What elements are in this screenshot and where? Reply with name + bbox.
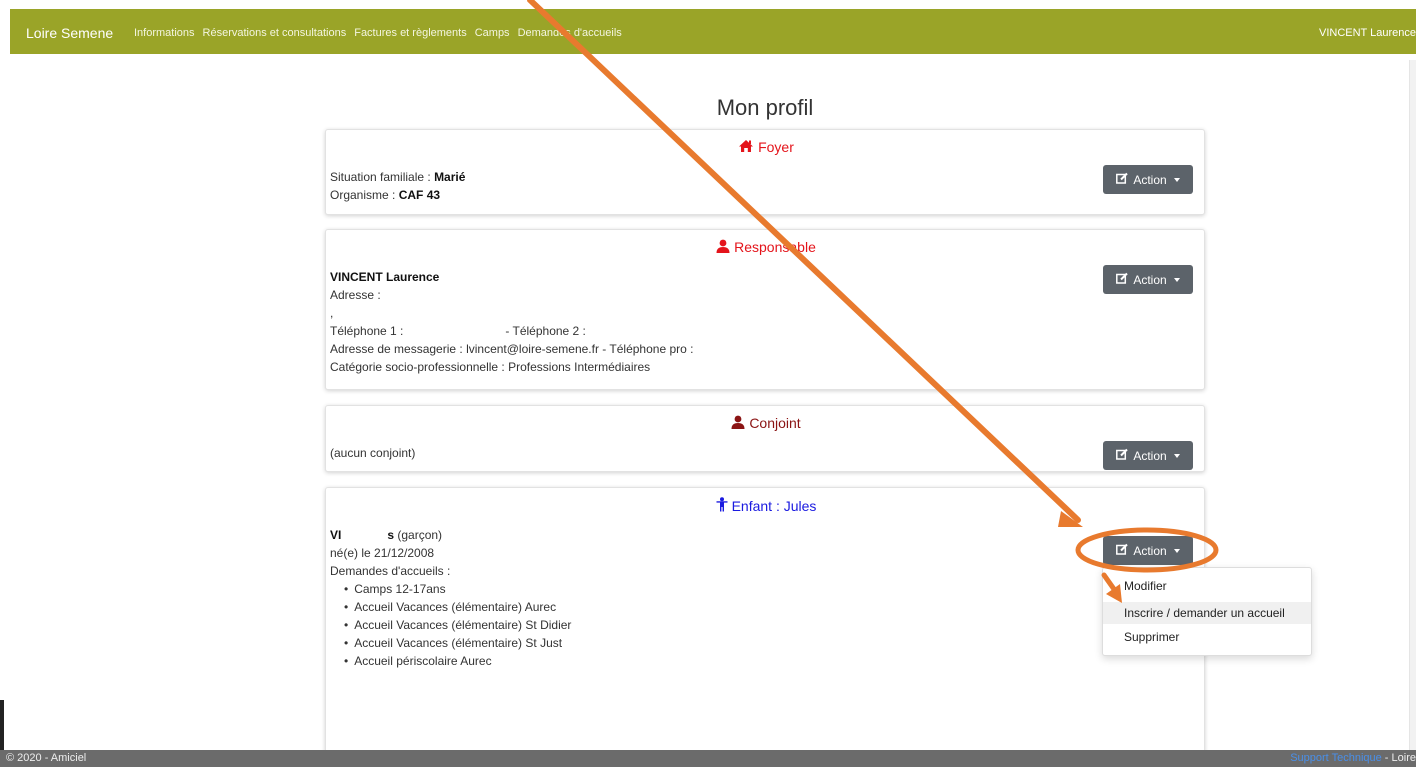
menu-item-inscrire[interactable]: Inscrire / demander un accueil bbox=[1103, 602, 1311, 624]
action-label: Action bbox=[1133, 543, 1167, 558]
footer: © 2020 - Amiciel Support Technique - Loi… bbox=[0, 750, 1416, 767]
telephone-2: - Téléphone 2 : bbox=[505, 324, 586, 338]
user-icon bbox=[716, 239, 730, 256]
left-edge-bar bbox=[0, 700, 4, 750]
conjoint-title-text: Conjoint bbox=[749, 415, 801, 431]
foyer-card: Foyer Situation familiale : Marié Organi… bbox=[325, 129, 1205, 215]
nav-item-factures[interactable]: Factures et règlements bbox=[354, 27, 467, 39]
footer-right: Support Technique - Loire bbox=[1290, 752, 1416, 764]
edit-icon bbox=[1116, 543, 1129, 558]
responsable-action-button[interactable]: Action bbox=[1103, 265, 1193, 294]
nav-menu: Informations Réservations et consultatio… bbox=[134, 27, 622, 39]
child-icon bbox=[716, 497, 728, 515]
action-label: Action bbox=[1133, 272, 1167, 287]
nav-item-camps[interactable]: Camps bbox=[475, 27, 510, 39]
top-navbar: Loire Semene Informations Réservations e… bbox=[10, 9, 1416, 54]
enfant-gender: (garçon) bbox=[394, 528, 443, 542]
enfant-title-text: Enfant : Jules bbox=[731, 498, 817, 514]
conjoint-card-body: (aucun conjoint) bbox=[330, 444, 415, 462]
page-title: Mon profil bbox=[716, 95, 814, 120]
list-item: Accueil Vacances (élémentaire) St Just bbox=[344, 634, 571, 652]
brand-link[interactable]: Loire Semene bbox=[26, 25, 113, 41]
organisme-value: CAF 43 bbox=[398, 188, 441, 202]
responsable-card-title: Responsable bbox=[326, 239, 1206, 256]
footer-copyright: © 2020 - Amiciel bbox=[6, 752, 87, 764]
footer-suffix: - Loire bbox=[1381, 752, 1416, 764]
nav-item-reservations[interactable]: Réservations et consultations bbox=[203, 27, 347, 39]
caret-down-icon bbox=[1173, 453, 1180, 458]
edit-icon bbox=[1116, 172, 1129, 187]
foyer-title-text: Foyer bbox=[758, 139, 794, 155]
adresse-line: , bbox=[330, 306, 334, 320]
action-label: Action bbox=[1133, 448, 1167, 463]
list-item: Accueil Vacances (élémentaire) Aurec bbox=[344, 598, 571, 616]
conjoint-card-title: Conjoint bbox=[326, 415, 1206, 432]
user-icon bbox=[731, 415, 745, 432]
enfant-action-button[interactable]: Action bbox=[1103, 536, 1193, 565]
home-icon bbox=[738, 139, 754, 156]
responsable-card-body: VINCENT Laurence Adresse : , Téléphone 1… bbox=[330, 268, 693, 376]
edit-icon bbox=[1116, 448, 1129, 463]
foyer-action-button[interactable]: Action bbox=[1103, 165, 1193, 194]
action-label: Action bbox=[1133, 172, 1167, 187]
enfant-card-title: Enfant : Jules bbox=[326, 497, 1206, 515]
list-item: Camps 12-17ans bbox=[344, 580, 571, 598]
caret-down-icon bbox=[1173, 277, 1180, 282]
responsable-title-text: Responsable bbox=[734, 239, 816, 255]
caret-down-icon bbox=[1173, 548, 1180, 553]
adresse-label: Adresse : bbox=[330, 288, 381, 302]
menu-item-modifier[interactable]: Modifier bbox=[1103, 575, 1311, 597]
conjoint-card: Conjoint (aucun conjoint) Action bbox=[325, 405, 1205, 472]
foyer-card-title: Foyer bbox=[326, 139, 1206, 156]
vertical-scrollbar[interactable] bbox=[1409, 60, 1416, 760]
list-item: Accueil Vacances (élémentaire) St Didier bbox=[344, 616, 571, 634]
list-item: Accueil périscolaire Aurec bbox=[344, 652, 571, 670]
situation-value: Marié bbox=[434, 170, 466, 184]
conjoint-text: (aucun conjoint) bbox=[330, 446, 416, 460]
demandes-label: Demandes d'accueils : bbox=[330, 564, 451, 578]
responsable-card: Responsable VINCENT Laurence Adresse : ,… bbox=[325, 229, 1205, 390]
edit-icon bbox=[1116, 272, 1129, 287]
enfant-name-start: VI bbox=[330, 528, 342, 542]
organisme-label: Organisme : bbox=[330, 188, 399, 202]
messagerie: Adresse de messagerie : lvincent@loire-s… bbox=[330, 342, 694, 356]
menu-item-supprimer[interactable]: Supprimer bbox=[1103, 626, 1311, 648]
situation-label: Situation familiale : bbox=[330, 170, 435, 184]
user-menu[interactable]: VINCENT Laurence bbox=[1319, 27, 1416, 39]
categorie: Catégorie socio-professionnelle : Profes… bbox=[330, 360, 651, 374]
telephone-1: Téléphone 1 : bbox=[330, 324, 404, 338]
demandes-list: Camps 12-17ans Accueil Vacances (élément… bbox=[344, 580, 571, 670]
responsable-name: VINCENT Laurence bbox=[330, 270, 440, 284]
enfant-birth: né(e) le 21/12/2008 bbox=[330, 546, 435, 560]
nav-item-demandes[interactable]: Demandes d'accueils bbox=[518, 27, 622, 39]
conjoint-action-button[interactable]: Action bbox=[1103, 441, 1193, 470]
nav-item-informations[interactable]: Informations bbox=[134, 27, 195, 39]
caret-down-icon bbox=[1173, 177, 1180, 182]
support-link[interactable]: Support Technique bbox=[1290, 752, 1382, 764]
foyer-card-body: Situation familiale : Marié Organisme : … bbox=[330, 168, 465, 204]
enfant-card: Enfant : Jules VI s (garçon) né(e) le 21/… bbox=[325, 487, 1205, 755]
action-dropdown-menu: Modifier Inscrire / demander un accueil … bbox=[1102, 567, 1312, 656]
enfant-card-body: VI s (garçon) né(e) le 21/12/2008 Demande… bbox=[330, 526, 571, 670]
